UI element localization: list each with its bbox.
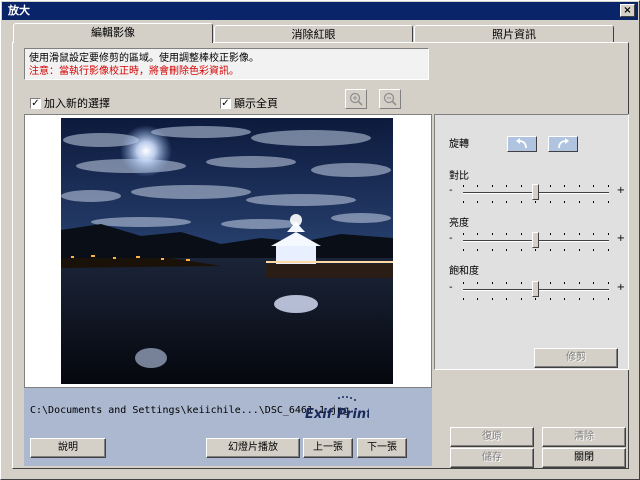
file-info-bar: C:\Documents and Settings\keiichile...\D…	[24, 388, 432, 466]
warning-text: 注意：當執行影像校正時，將會刪除色彩資訊。	[29, 66, 239, 77]
saturation-minus: -	[449, 282, 453, 293]
clear-button[interactable]: 清除	[542, 427, 626, 447]
saturation-slider[interactable]: - +	[449, 276, 625, 304]
brightness-minus: -	[449, 233, 453, 244]
photo-preview[interactable]	[61, 118, 393, 384]
contrast-slider[interactable]: - +	[449, 179, 625, 207]
rotate-label: 旋轉	[449, 139, 469, 150]
close-window-button[interactable]: ×	[620, 4, 635, 17]
help-button[interactable]: 說明	[30, 438, 106, 458]
show-full-check-box[interactable]: ✓	[220, 97, 231, 109]
brightness-ticks-bottom	[463, 249, 609, 251]
exif-print-text: Exif Print	[305, 407, 369, 422]
zoom-out-icon	[383, 92, 397, 106]
show-full-checkbox[interactable]: ✓ 顯示全頁	[220, 95, 278, 111]
zoom-in-icon	[349, 92, 363, 106]
saturation-label: 飽和度	[449, 266, 479, 277]
file-path: C:\Documents and Settings\keiichile...\D…	[30, 405, 350, 416]
save-button[interactable]: 儲存	[450, 448, 534, 468]
next-button[interactable]: 下一張	[357, 438, 407, 458]
add-selection-checkbox[interactable]: ✓ 加入新的選擇	[30, 95, 110, 111]
adjustment-panel: 旋轉 對比 - + 亮度 - + 飽和度 - + 修剪	[434, 114, 629, 370]
show-full-label: 顯示全頁	[234, 97, 278, 110]
add-selection-check-box[interactable]: ✓	[30, 97, 41, 109]
tab-edit-image[interactable]: 編輯影像	[13, 23, 213, 43]
saturation-thumb[interactable]	[532, 281, 539, 297]
brightness-thumb[interactable]	[532, 232, 539, 248]
exif-print-logo: Exif Print	[305, 396, 369, 422]
contrast-ticks-bottom	[463, 201, 609, 203]
close-button[interactable]: 關閉	[542, 448, 626, 468]
zoom-in-button[interactable]	[345, 89, 367, 109]
slideshow-button[interactable]: 幻燈片播放	[206, 438, 300, 458]
add-selection-label: 加入新的選擇	[44, 97, 110, 110]
title-bar[interactable]: 放大 ×	[2, 2, 638, 20]
rotate-right-button[interactable]	[548, 136, 578, 152]
rotate-left-button[interactable]	[507, 136, 537, 152]
restore-button[interactable]: 復原	[450, 427, 534, 447]
contrast-minus: -	[449, 185, 453, 196]
rotate-right-icon	[558, 138, 569, 149]
trim-button[interactable]: 修剪	[534, 348, 618, 368]
saturation-plus: +	[616, 282, 625, 293]
rotate-left-icon	[516, 138, 527, 149]
brightness-slider[interactable]: - +	[449, 227, 625, 255]
previous-button[interactable]: 上一張	[303, 438, 353, 458]
saturation-ticks-bottom	[463, 298, 609, 300]
window-title: 放大	[8, 4, 30, 17]
contrast-plus: +	[616, 185, 625, 196]
brightness-plus: +	[616, 233, 625, 244]
contrast-thumb[interactable]	[532, 184, 539, 200]
instruction-box: 使用滑鼠設定要修剪的區域。使用調整棒校正影像。 注意：當執行影像校正時，將會刪除…	[24, 48, 429, 80]
tab-red-eye[interactable]: 消除紅眼	[214, 25, 413, 42]
tab-photo-info[interactable]: 照片資訊	[414, 25, 614, 42]
instruction-text: 使用滑鼠設定要修剪的區域。使用調整棒校正影像。	[29, 53, 259, 64]
image-view[interactable]	[24, 114, 432, 388]
zoom-out-button[interactable]	[379, 89, 401, 109]
